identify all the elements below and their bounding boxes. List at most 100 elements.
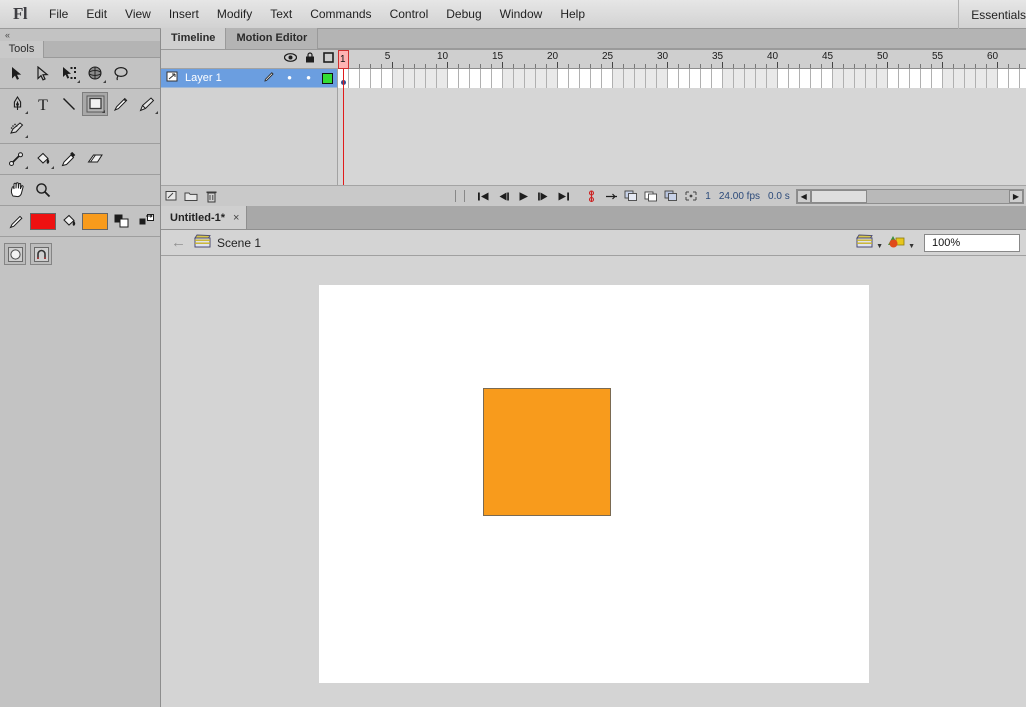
edit-scene-icon[interactable] <box>856 234 875 252</box>
selection-arrow-icon[interactable] <box>4 61 30 85</box>
line-icon[interactable] <box>56 92 82 116</box>
frame-cell[interactable] <box>437 69 448 88</box>
menu-item-debug[interactable]: Debug <box>437 4 490 24</box>
frame-cell[interactable] <box>668 69 679 88</box>
layer-row[interactable]: Layer 1 • • <box>161 69 337 88</box>
frame-cell[interactable] <box>624 69 635 88</box>
submenu-corner-icon[interactable] <box>155 111 158 114</box>
submenu-corner-icon[interactable] <box>103 80 106 83</box>
submenu-corner-icon[interactable] <box>25 166 28 169</box>
frame-cell[interactable] <box>888 69 899 88</box>
frame-cell[interactable] <box>723 69 734 88</box>
frame-cell[interactable] <box>448 69 459 88</box>
tab-timeline[interactable]: Timeline <box>161 28 226 49</box>
lasso-3d-icon[interactable] <box>82 61 108 85</box>
submenu-corner-icon[interactable] <box>25 111 28 114</box>
frame-cell[interactable] <box>393 69 404 88</box>
layer-visibility-dot[interactable]: • <box>280 73 299 83</box>
eye-icon[interactable] <box>281 53 300 65</box>
stage[interactable] <box>319 285 869 683</box>
frame-cell[interactable] <box>613 69 624 88</box>
frame-cell[interactable] <box>646 69 657 88</box>
menu-item-commands[interactable]: Commands <box>301 4 380 24</box>
outline-square-icon[interactable] <box>319 52 338 66</box>
lasso-icon[interactable] <box>108 61 134 85</box>
frame-cell[interactable] <box>866 69 877 88</box>
frame-cell[interactable] <box>481 69 492 88</box>
menu-item-text[interactable]: Text <box>261 4 301 24</box>
playhead-marker[interactable]: 1 <box>338 50 349 69</box>
zoom-level-input[interactable]: 100% <box>924 234 1020 252</box>
frame-cell[interactable] <box>987 69 998 88</box>
layer-outline-color-swatch[interactable] <box>318 73 337 84</box>
frame-cell[interactable] <box>943 69 954 88</box>
frame-cell[interactable] <box>371 69 382 88</box>
frame-cell[interactable] <box>602 69 613 88</box>
frame-cell[interactable] <box>1009 69 1020 88</box>
frame-cell[interactable] <box>877 69 888 88</box>
menu-item-insert[interactable]: Insert <box>160 4 208 24</box>
submenu-corner-icon[interactable] <box>25 135 28 138</box>
chevron-down-icon[interactable]: ▼ <box>876 243 883 250</box>
frame-cell[interactable] <box>679 69 690 88</box>
stroke-color-swatch[interactable] <box>30 213 56 230</box>
frame-cell[interactable] <box>855 69 866 88</box>
frame-cell[interactable] <box>844 69 855 88</box>
frame-cell[interactable] <box>954 69 965 88</box>
scroll-left-arrow-icon[interactable]: ◀ <box>797 190 811 203</box>
edit-symbol-icon[interactable] <box>886 233 907 252</box>
go-to-last-frame-icon[interactable] <box>553 188 573 205</box>
frame-cell[interactable] <box>360 69 371 88</box>
submenu-corner-icon[interactable] <box>102 110 105 113</box>
menu-item-view[interactable]: View <box>116 4 160 24</box>
frame-cell[interactable] <box>404 69 415 88</box>
frame-cell[interactable] <box>426 69 437 88</box>
frame-cell[interactable] <box>932 69 943 88</box>
spray-brush-icon[interactable] <box>4 116 30 140</box>
paint-bucket-icon[interactable] <box>30 147 56 171</box>
black-and-white-icon[interactable] <box>108 209 134 233</box>
frame-cell[interactable] <box>657 69 668 88</box>
frame-cell[interactable] <box>635 69 646 88</box>
delete-layer-icon[interactable] <box>201 188 221 205</box>
frame-cell[interactable] <box>690 69 701 88</box>
subselection-arrow-icon[interactable] <box>30 61 56 85</box>
submenu-corner-icon[interactable] <box>77 80 80 83</box>
paint-bucket-fill-icon[interactable] <box>56 209 82 233</box>
orange-rectangle-shape[interactable] <box>483 388 611 516</box>
frame-cell[interactable] <box>536 69 547 88</box>
submenu-corner-icon[interactable] <box>51 166 54 169</box>
modify-onion-markers-icon[interactable] <box>641 188 661 205</box>
frame-cell[interactable] <box>998 69 1009 88</box>
pencil-stroke-icon[interactable] <box>4 209 30 233</box>
fill-color-swatch[interactable] <box>82 213 108 230</box>
frame-cell[interactable] <box>789 69 800 88</box>
frame-cell[interactable] <box>459 69 470 88</box>
frame-cell[interactable] <box>492 69 503 88</box>
snap-to-objects-icon[interactable] <box>30 243 52 265</box>
center-frame-icon[interactable] <box>681 188 701 205</box>
timeline-horizontal-scrollbar[interactable]: ◀ ▶ <box>796 189 1024 204</box>
frame-cell[interactable] <box>503 69 514 88</box>
scrollbar-thumb[interactable] <box>811 190 867 203</box>
frame-cell[interactable] <box>591 69 602 88</box>
menu-item-modify[interactable]: Modify <box>208 4 261 24</box>
frame-cell[interactable] <box>767 69 778 88</box>
frame-cell[interactable] <box>965 69 976 88</box>
frames-grid[interactable] <box>338 69 1026 88</box>
frame-cell[interactable] <box>778 69 789 88</box>
edit-multiple-frames-icon[interactable] <box>621 188 641 205</box>
menu-item-file[interactable]: File <box>40 4 77 24</box>
scroll-right-arrow-icon[interactable]: ▶ <box>1009 190 1023 203</box>
menu-item-help[interactable]: Help <box>551 4 594 24</box>
frame-cell[interactable] <box>756 69 767 88</box>
chevron-down-icon-2[interactable]: ▼ <box>908 243 915 250</box>
pencil-icon[interactable] <box>108 92 134 116</box>
frame-cell[interactable] <box>514 69 525 88</box>
canvas-area[interactable] <box>161 256 1026 707</box>
frame-cell[interactable] <box>712 69 723 88</box>
workspace-switcher[interactable]: Essentials <box>958 0 1026 29</box>
step-back-one-frame-icon[interactable] <box>493 188 513 205</box>
pen-icon[interactable] <box>4 92 30 116</box>
zoom-icon[interactable] <box>30 178 56 202</box>
